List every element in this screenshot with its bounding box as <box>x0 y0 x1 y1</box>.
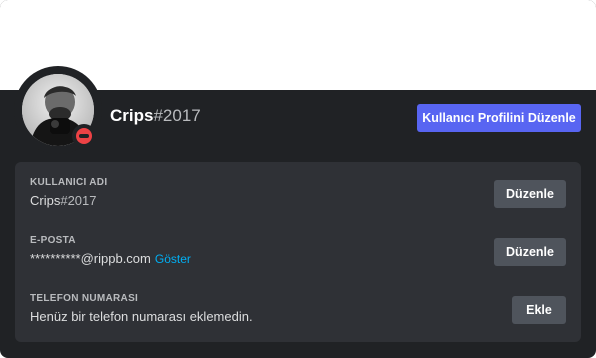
username-value-name: Crips <box>30 193 61 208</box>
username-text: Crips <box>110 106 154 125</box>
edit-profile-button[interactable]: Kullanıcı Profilini Düzenle <box>417 104 581 132</box>
email-field-value: **********@rippb.com Göster <box>30 251 191 266</box>
edit-username-button[interactable]: Düzenle <box>494 180 566 208</box>
account-card: Crips#2017 Kullanıcı Profilini Düzenle K… <box>0 0 596 358</box>
email-field-row: E-POSTA **********@rippb.com Göster Düzen… <box>30 235 570 279</box>
dnd-status-icon <box>76 128 92 144</box>
phone-field-label: TELEFON NUMARASI <box>30 293 139 304</box>
avatar-frame <box>14 66 102 154</box>
email-masked-value: **********@rippb.com <box>30 251 151 266</box>
status-indicator <box>72 124 96 148</box>
username-field-value: Crips#2017 <box>30 193 97 208</box>
profile-username: Crips#2017 <box>110 104 201 128</box>
username-field-row: KULLANICI ADI Crips#2017 Düzenle <box>30 177 570 221</box>
account-fields-panel: KULLANICI ADI Crips#2017 Düzenle E-POSTA… <box>15 162 581 342</box>
profile-banner <box>0 0 596 90</box>
email-field-label: E-POSTA <box>30 235 76 246</box>
phone-field-value: Henüz bir telefon numarası eklemedin. <box>30 309 253 324</box>
username-tag: #2017 <box>153 106 201 125</box>
phone-field-row: TELEFON NUMARASI Henüz bir telefon numar… <box>30 293 570 337</box>
username-field-label: KULLANICI ADI <box>30 177 108 188</box>
add-phone-button[interactable]: Ekle <box>512 296 566 324</box>
reveal-email-link[interactable]: Göster <box>155 252 191 266</box>
edit-email-button[interactable]: Düzenle <box>494 238 566 266</box>
username-value-tag: #2017 <box>60 193 97 208</box>
